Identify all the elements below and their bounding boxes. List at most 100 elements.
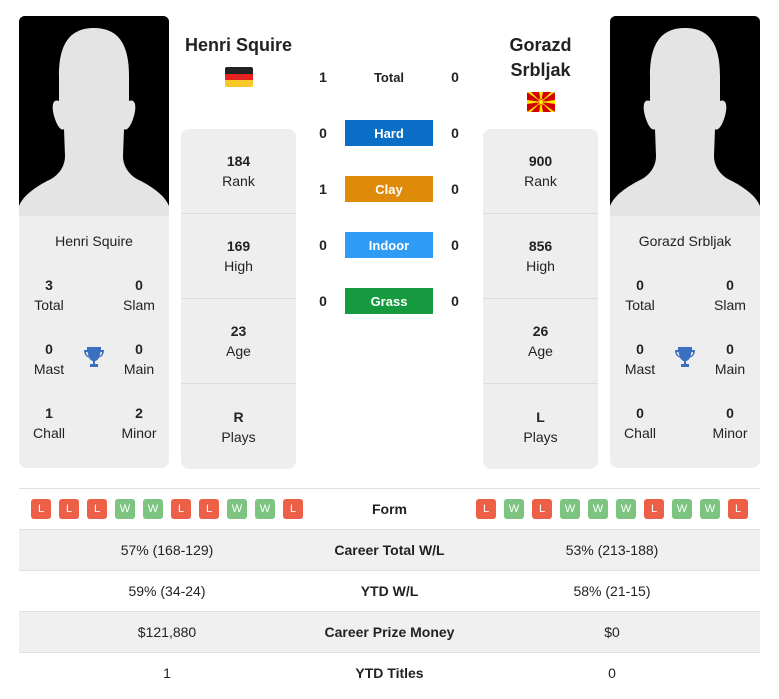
- form-win-badge[interactable]: W: [700, 499, 720, 519]
- player1-career-wl: 57% (168-129): [120, 542, 214, 558]
- form-win-badge[interactable]: W: [616, 499, 636, 519]
- surface-clay-badge[interactable]: Clay: [345, 176, 433, 202]
- career-wl-row: 57% (168-129) Career Total W/L 53% (213-…: [19, 529, 760, 570]
- player2-titles-chall: 0 Chall: [624, 405, 656, 441]
- h2h-total-label: Total: [373, 69, 405, 85]
- prize-label: Career Prize Money: [324, 624, 455, 640]
- player2-age: 26 Age: [483, 299, 598, 384]
- player2-titles-main: 0 Main: [714, 341, 746, 377]
- h2h-total-p1: 1: [319, 69, 327, 85]
- form-loss-badge[interactable]: L: [171, 499, 191, 519]
- germany-flag-icon: [225, 67, 253, 87]
- h2h-hard-p1: 0: [319, 125, 327, 141]
- comparison-table: LLLWWLLWWL Form LWLWWWLWWL 57% (168-129)…: [19, 488, 760, 693]
- player2-titles-total: 0 Total: [625, 277, 655, 313]
- player1-rank: 184 Rank: [181, 129, 296, 214]
- player1-titles-chall: 1 Chall: [33, 405, 65, 441]
- player1-prize: $121,880: [137, 624, 197, 640]
- player1-titles-total: 3 Total: [34, 277, 64, 313]
- h2h-total-p2: 0: [451, 69, 459, 85]
- player2-ytd-titles: 0: [608, 665, 616, 681]
- h2h-hard-row: 0 Hard 0: [313, 120, 467, 146]
- player1-titles-minor: 2 Minor: [121, 405, 157, 441]
- h2h-indoor-p2: 0: [451, 237, 459, 253]
- player2-name[interactable]: Gorazd Srbljak: [478, 33, 603, 83]
- form-win-badge[interactable]: W: [143, 499, 163, 519]
- player2-titles-minor: 0 Minor: [712, 405, 748, 441]
- player1-titles-main: 0 Main: [123, 341, 155, 377]
- form-row: LLLWWLLWWL Form LWLWWWLWWL: [19, 488, 760, 529]
- h2h-clay-row: 1 Clay 0: [313, 176, 467, 202]
- form-win-badge[interactable]: W: [227, 499, 247, 519]
- player1-stats: 184 Rank 169 High 23 Age R Plays: [181, 129, 296, 469]
- player2-card-name: Gorazd Srbljak: [638, 233, 732, 249]
- player2-titles-mast: 0 Mast: [624, 341, 656, 377]
- form-win-badge[interactable]: W: [115, 499, 135, 519]
- player1-high: 169 High: [181, 214, 296, 299]
- player2-stats: 900 Rank 856 High 26 Age L Plays: [483, 129, 598, 469]
- form-win-badge[interactable]: W: [255, 499, 275, 519]
- player2-titles-card: Gorazd Srbljak 0 Total 0 Slam 0 Mast 0 Main …: [610, 216, 760, 468]
- form-loss-badge[interactable]: L: [59, 499, 79, 519]
- prize-money-row: $121,880 Career Prize Money $0: [19, 611, 760, 652]
- player1-titles-slam: 0 Slam: [123, 277, 155, 313]
- ytd-titles-label: YTD Titles: [355, 665, 424, 681]
- player1-name[interactable]: Henri Squire: [176, 33, 301, 58]
- player1-form: LLLWWLLWWL: [19, 499, 315, 519]
- form-loss-badge[interactable]: L: [532, 499, 552, 519]
- career-wl-label: Career Total W/L: [334, 542, 445, 558]
- player1-ytd-titles: 1: [163, 665, 171, 681]
- ytd-wl-row: 59% (34-24) YTD W/L 58% (21-15): [19, 570, 760, 611]
- player2-rank: 900 Rank: [483, 129, 598, 214]
- surface-indoor-badge[interactable]: Indoor: [345, 232, 433, 258]
- player2-plays: L Plays: [523, 408, 558, 445]
- form-loss-badge[interactable]: L: [199, 499, 219, 519]
- form-loss-badge[interactable]: L: [644, 499, 664, 519]
- h2h-clay-p2: 0: [451, 181, 459, 197]
- form-win-badge[interactable]: W: [560, 499, 580, 519]
- form-label: Form: [372, 501, 407, 517]
- player2-ytd-wl: 58% (21-15): [573, 583, 651, 599]
- form-loss-badge[interactable]: L: [87, 499, 107, 519]
- player1-titles-card: Henri Squire 3 Total 0 Slam 0 Mast 0 Main 1C…: [19, 216, 169, 468]
- h2h-indoor-p1: 0: [319, 237, 327, 253]
- player1-age: 23 Age: [181, 299, 296, 384]
- form-win-badge[interactable]: W: [588, 499, 608, 519]
- player2-name-line2: Srbljak: [510, 60, 571, 80]
- player2-name-line1: Gorazd: [509, 35, 572, 55]
- player1-photo: [19, 16, 169, 216]
- h2h-grass-p2: 0: [451, 293, 459, 309]
- form-loss-badge[interactable]: L: [31, 499, 51, 519]
- h2h-hard-p2: 0: [451, 125, 459, 141]
- form-loss-badge[interactable]: L: [728, 499, 748, 519]
- player2-prize: $0: [604, 624, 620, 640]
- h2h-grass-row: 0 Grass 0: [313, 288, 467, 314]
- trophy-icon: [82, 345, 106, 374]
- player1-plays: R Plays: [221, 408, 256, 445]
- player1-card-name: Henri Squire: [55, 233, 133, 249]
- form-win-badge[interactable]: W: [504, 499, 524, 519]
- player1-titles-mast: 0 Mast: [33, 341, 65, 377]
- h2h-grass-p1: 0: [319, 293, 327, 309]
- player1-ytd-wl: 59% (34-24): [128, 583, 206, 599]
- player2-career-wl: 53% (213-188): [565, 542, 659, 558]
- surface-grass-badge[interactable]: Grass: [345, 288, 433, 314]
- form-loss-badge[interactable]: L: [283, 499, 303, 519]
- trophy-icon: [673, 345, 697, 374]
- silhouette-icon: [610, 16, 760, 216]
- h2h-clay-p1: 1: [319, 181, 327, 197]
- player2-form: LWLWWWLWWL: [464, 499, 760, 519]
- h2h-total-row: 1 Total 0: [313, 64, 467, 90]
- h2h-comparison: 1 Total 0 0 Hard 0 1 Clay 0 0 Indoor 0 0…: [313, 64, 467, 314]
- player2-titles-slam: 0 Slam: [714, 277, 746, 313]
- form-win-badge[interactable]: W: [672, 499, 692, 519]
- player2-photo: [610, 16, 760, 216]
- silhouette-icon: [19, 16, 169, 216]
- player2-high: 856 High: [483, 214, 598, 299]
- surface-hard-badge[interactable]: Hard: [345, 120, 433, 146]
- form-loss-badge[interactable]: L: [476, 499, 496, 519]
- ytd-titles-row: 1 YTD Titles 0: [19, 652, 760, 693]
- north-macedonia-flag-icon: [527, 92, 555, 112]
- h2h-indoor-row: 0 Indoor 0: [313, 232, 467, 258]
- ytd-wl-label: YTD W/L: [360, 583, 419, 599]
